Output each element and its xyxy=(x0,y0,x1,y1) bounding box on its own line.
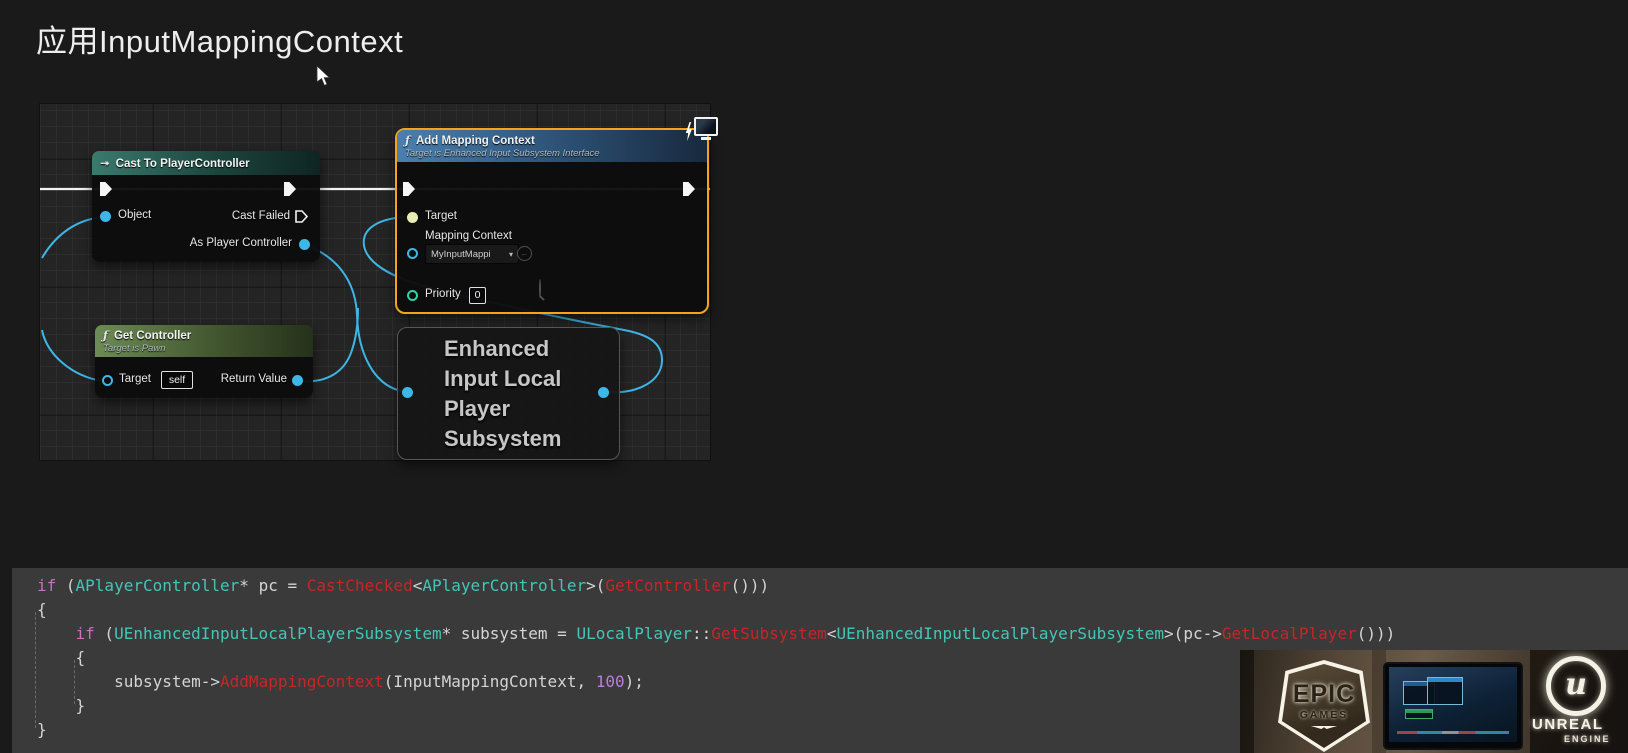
page-title: 应用InputMappingContext xyxy=(36,24,404,59)
exec-in-pin[interactable] xyxy=(403,182,415,196)
cast-failed-label: Cast Failed xyxy=(231,210,290,222)
priority-value-box[interactable]: 0 xyxy=(469,287,486,304)
epic-sign-subtitle: GAMES xyxy=(1299,709,1349,721)
object-pin-label: Object xyxy=(118,209,152,221)
node-title: Get Controller xyxy=(113,330,192,342)
unreal-sign-title: UNREAL xyxy=(1532,716,1604,733)
as-player-controller-label: As Player Controller xyxy=(189,237,292,249)
mapping-context-dropdown[interactable]: MyInputMappi ▾ xyxy=(425,244,519,264)
epic-games-sign: EPIC GAMES xyxy=(1278,660,1370,752)
reset-to-default-icon[interactable]: ← xyxy=(517,246,532,261)
webcam-overlay: EPIC GAMES u UNREAL ENGINE xyxy=(1240,650,1628,753)
exec-out-pin[interactable] xyxy=(683,182,695,196)
node-title-line: Subsystem xyxy=(444,426,562,451)
unreal-sign-subtitle: ENGINE xyxy=(1564,734,1611,744)
node-title: Add Mapping Context xyxy=(415,135,535,147)
epic-sign-title: EPIC xyxy=(1292,680,1356,708)
node-subtitle: Target is Enhanced Input Subsystem Inter… xyxy=(405,148,600,159)
dropdown-value: MyInputMappi xyxy=(431,248,491,260)
code-lines: if (APlayerController* pc = CastChecked<… xyxy=(37,576,1396,739)
function-icon: ƒ xyxy=(103,328,108,342)
player-controller-in-pin[interactable] xyxy=(402,387,413,398)
indent-guide xyxy=(35,612,36,728)
wall-strip xyxy=(1372,650,1386,753)
exec-out-pin[interactable] xyxy=(284,182,296,196)
cast-icon: ↠ xyxy=(100,156,110,170)
object-pin[interactable] xyxy=(100,211,111,222)
wall-strip xyxy=(1240,650,1254,753)
mouse-cursor xyxy=(316,66,331,86)
node-header: ƒ Add Mapping Context Target is Enhanced … xyxy=(397,130,707,162)
node-enhanced-input-local-player-subsystem[interactable]: Enhanced Input Local Player Subsystem xyxy=(397,327,620,460)
node-get-controller[interactable]: ƒ Get Controller Target is Pawn Target se… xyxy=(95,325,313,398)
browse-asset-icon[interactable] xyxy=(539,279,541,298)
monitor-badge-icon xyxy=(694,117,718,140)
as-player-controller-pin[interactable] xyxy=(299,239,310,250)
node-header: ƒ Get Controller Target is Pawn xyxy=(95,325,313,357)
mapping-context-label: Mapping Context xyxy=(425,230,512,242)
priority-pin[interactable] xyxy=(407,290,418,301)
node-title-line: Enhanced xyxy=(444,336,550,361)
return-value-label: Return Value xyxy=(220,373,287,385)
node-header: ↠ Cast To PlayerController xyxy=(92,151,320,175)
node-title: Cast To PlayerController xyxy=(115,158,250,170)
mapping-context-pin[interactable] xyxy=(407,248,418,259)
target-pin-label: Target xyxy=(119,373,151,385)
background-monitor xyxy=(1385,664,1521,748)
monitor-text-strip xyxy=(1397,731,1509,734)
epic-sign-emblem xyxy=(1311,726,1337,729)
chevron-down-icon: ▾ xyxy=(508,249,513,259)
node-cast-to-playercontroller[interactable]: ↠ Cast To PlayerController Object Cast Fa… xyxy=(92,151,320,262)
target-pin-label: Target xyxy=(425,210,457,222)
unreal-u-glyph: u xyxy=(1565,667,1587,702)
node-add-mapping-context[interactable]: ƒ Add Mapping Context Target is Enhanced … xyxy=(395,128,709,314)
node-title-line: Player xyxy=(444,396,511,421)
return-value-pin[interactable] xyxy=(292,375,303,386)
target-pin[interactable] xyxy=(102,375,113,386)
priority-pin-label: Priority xyxy=(425,288,461,300)
subsystem-out-pin[interactable] xyxy=(598,387,609,398)
slide: 应用InputMappingContext ↠ Cast To PlayerCon… xyxy=(0,0,1628,753)
node-title-line: Input Local xyxy=(444,366,562,391)
exec-in-pin[interactable] xyxy=(100,182,112,196)
cast-failed-pin[interactable] xyxy=(294,209,309,224)
function-icon: ƒ xyxy=(405,133,410,147)
unreal-logo-icon: u xyxy=(1546,656,1606,716)
target-pin[interactable] xyxy=(407,212,418,223)
node-subtitle: Target is Pawn xyxy=(103,343,166,354)
self-value-box[interactable]: self xyxy=(161,371,193,389)
unreal-engine-sign: u UNREAL ENGINE xyxy=(1530,650,1628,753)
